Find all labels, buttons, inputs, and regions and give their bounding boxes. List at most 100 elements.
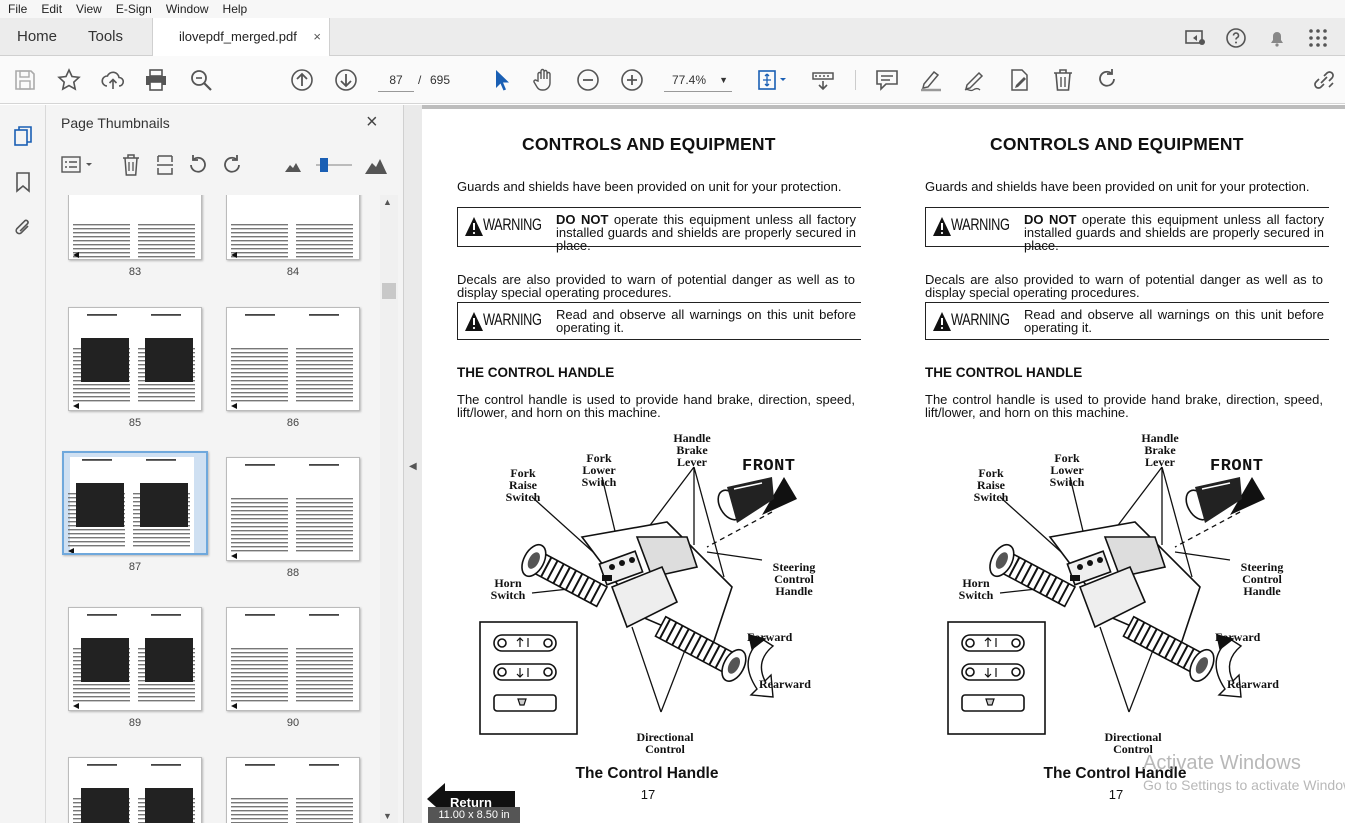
thumbnail-scrollbar-thumb[interactable] [382, 283, 396, 299]
activate-windows-subtitle: Go to Settings to activate Windows. [1143, 777, 1345, 793]
thumbnail-page-label: 89 [128, 717, 142, 729]
delete-trash-icon[interactable] [1050, 67, 1076, 93]
label-steering-control-handle: Steering Control Handle [1240, 560, 1284, 598]
bookmarks-icon[interactable] [11, 170, 35, 194]
tab-document[interactable]: ilovepdf_merged.pdf × [152, 18, 330, 56]
label-horn-switch: Horn Switch [490, 576, 526, 602]
sign-pen-icon[interactable] [962, 67, 988, 93]
previous-page-icon[interactable] [289, 67, 315, 93]
extract-page-icon[interactable] [154, 153, 176, 177]
comment-icon[interactable] [874, 67, 900, 93]
thumbnails-list: 83 84 85 86 87 88 89 90 [46, 195, 382, 823]
label-handle-brake-lever: Handle Brake Lever [1141, 431, 1179, 469]
zoom-search-icon[interactable] [188, 67, 214, 93]
share-screen-icon[interactable] [1183, 26, 1207, 50]
thumbnail-page-label: 84 [286, 266, 300, 278]
zoom-level-select[interactable]: 77.4% ▼ [664, 68, 732, 92]
label-fork-lower-switch: Fork Lower Switch [581, 451, 617, 489]
attachments-paperclip-icon[interactable] [11, 216, 35, 240]
apps-grid-icon[interactable] [1306, 26, 1330, 50]
thumbnail-preview [227, 458, 357, 560]
warning-box-read: WARNING Read and observe all warnings on … [457, 302, 861, 340]
page-separator: / [418, 73, 422, 87]
delete-page-icon[interactable] [120, 153, 142, 177]
thumbnail-page-label: 83 [128, 266, 142, 278]
intro-paragraph: Guards and shields have been provided on… [925, 179, 1310, 194]
large-thumbnail-icon[interactable] [364, 153, 388, 175]
page-thumbnails-icon[interactable] [11, 124, 35, 148]
bookmark-star-icon[interactable] [56, 67, 82, 93]
print-icon[interactable] [143, 67, 169, 93]
panel-collapse-bar[interactable]: ◀ [404, 105, 422, 823]
label-fork-raise-switch: Fork Raise Switch [973, 466, 1009, 504]
menu-file[interactable]: File [0, 2, 33, 16]
select-cursor-icon[interactable] [488, 67, 514, 93]
thumbnail-preview [69, 608, 199, 710]
menu-edit[interactable]: Edit [33, 2, 68, 16]
collapse-arrow-icon[interactable]: ◀ [409, 461, 417, 472]
panel-close-button[interactable]: × [366, 111, 378, 134]
front-arrow-icon [1185, 477, 1265, 523]
page-thumbnail[interactable] [226, 457, 360, 561]
page-thumbnail[interactable] [62, 451, 208, 555]
zoom-out-icon[interactable] [575, 67, 601, 93]
link-share-icon[interactable] [1311, 67, 1337, 93]
page-thumbnail[interactable] [68, 757, 202, 823]
scroll-mode-icon[interactable] [810, 67, 836, 93]
help-icon[interactable] [1224, 26, 1248, 50]
scroll-down-arrow-icon[interactable]: ▼ [383, 811, 392, 821]
chevron-down-icon: ▼ [719, 75, 728, 85]
document-viewer[interactable]: CONTROLS AND EQUIPMENT Guards and shields… [422, 105, 1345, 823]
page-number-input[interactable]: 87 [378, 68, 414, 92]
tab-close-button[interactable]: × [313, 18, 321, 56]
menu-bar: File Edit View E-Sign Window Help [0, 0, 1345, 18]
tab-home[interactable]: Home [17, 18, 57, 56]
page-thumbnail[interactable] [226, 607, 360, 711]
rotate-clockwise-icon[interactable] [220, 153, 244, 177]
main-toolbar: 87 / 695 77.4% ▼ [0, 56, 1345, 104]
label-front: FRONT [1210, 457, 1264, 476]
notification-bell-icon[interactable] [1265, 26, 1289, 50]
warning-text: Read and observe all warnings on this un… [556, 307, 856, 335]
fit-page-icon[interactable] [755, 67, 789, 93]
next-page-icon[interactable] [333, 67, 359, 93]
thumbnail-page-label: 90 [286, 717, 300, 729]
document-page-left: CONTROLS AND EQUIPMENT Guards and shields… [422, 109, 862, 823]
tab-bar: Home Tools ilovepdf_merged.pdf × [0, 18, 1345, 56]
page-thumbnail[interactable] [68, 307, 202, 411]
scroll-up-arrow-icon[interactable]: ▲ [383, 197, 392, 207]
page-size-indicator: 11.00 x 8.50 in [428, 807, 520, 823]
menu-help[interactable]: Help [215, 2, 254, 16]
page-thumbnail[interactable] [226, 195, 360, 260]
thumbnail-preview [69, 308, 199, 410]
menu-view[interactable]: View [68, 2, 108, 16]
save-icon[interactable] [12, 67, 38, 93]
thumbnail-page-label: 85 [128, 417, 142, 429]
highlight-pen-icon[interactable] [918, 67, 944, 93]
warning-label: WARNING [483, 310, 542, 329]
warning-text: DO NOT operate this equipment unless all… [1024, 213, 1324, 252]
page-thumbnail[interactable] [226, 307, 360, 411]
hand-tool-icon[interactable] [531, 67, 557, 93]
page-thumbnail[interactable] [68, 195, 202, 260]
small-thumbnail-icon[interactable] [284, 157, 302, 173]
label-fork-lower-switch: Fork Lower Switch [1049, 451, 1085, 489]
tab-tools[interactable]: Tools [88, 18, 123, 56]
rotate-counterclockwise-icon[interactable] [186, 153, 210, 177]
page-thumbnail[interactable] [68, 607, 202, 711]
edit-pdf-icon[interactable] [1006, 67, 1032, 93]
zoom-in-icon[interactable] [619, 67, 645, 93]
page-thumbnail[interactable] [226, 757, 360, 823]
warning-label: WARNING [951, 310, 1010, 329]
thumbnail-preview [227, 608, 357, 710]
thumbnail-options-icon[interactable] [60, 154, 96, 176]
activate-windows-title: Activate Windows [1143, 752, 1301, 774]
thumbnail-size-slider[interactable] [314, 155, 354, 175]
menu-esign[interactable]: E-Sign [108, 2, 158, 16]
thumbnail-preview [227, 195, 357, 259]
menu-window[interactable]: Window [158, 2, 215, 16]
warning-box-guards: WARNING DO NOT operate this equipment unl… [925, 207, 1329, 252]
upload-cloud-icon[interactable] [100, 67, 126, 93]
rotate-redo-icon[interactable] [1094, 67, 1120, 93]
front-arrow-icon [717, 477, 797, 523]
